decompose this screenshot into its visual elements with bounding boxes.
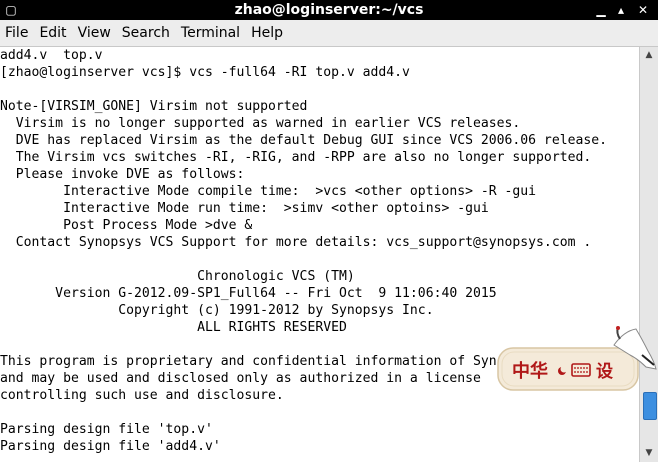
maximize-icon[interactable]: ▴ xyxy=(614,3,628,17)
terminal-line: [zhao@loginserver vcs]$ vcs -full64 -RI … xyxy=(0,65,410,80)
terminal-line: Interactive Mode compile time: >vcs <oth… xyxy=(0,184,537,199)
terminal-line: add4.v top.v xyxy=(0,48,103,63)
terminal-line: ALL RIGHTS RESERVED xyxy=(0,320,347,335)
terminal-line: Please invoke DVE as follows: xyxy=(0,167,245,182)
terminal-output[interactable]: add4.v top.v [zhao@loginserver vcs]$ vcs … xyxy=(0,47,639,462)
menu-help[interactable]: Help xyxy=(246,20,289,46)
scroll-down-icon[interactable]: ▼ xyxy=(642,447,656,459)
terminal-line: Parsing design file 'add4.v' xyxy=(0,439,221,454)
menu-view[interactable]: View xyxy=(73,20,117,46)
menu-bar: File Edit View Search Terminal Help xyxy=(0,20,658,47)
terminal-line: Interactive Mode run time: >simv <other … xyxy=(0,201,489,216)
menu-terminal[interactable]: Terminal xyxy=(176,20,246,46)
terminal-line: Chronologic VCS (TM) xyxy=(0,269,355,284)
terminal-line: Parsing design file 'top.v' xyxy=(0,422,213,437)
menu-file[interactable]: File xyxy=(0,20,34,46)
settings-icon[interactable]: 设 xyxy=(596,362,613,382)
ime-label: 中华 xyxy=(512,360,548,382)
terminal-line: Virsim is no longer supported as warned … xyxy=(0,116,521,131)
ime-toolbar[interactable]: 中华 设 xyxy=(496,325,658,395)
terminal-line: Note-[VIRSIM_GONE] Virsim not supported xyxy=(0,99,308,114)
window-title: zhao@loginserver:~/vcs xyxy=(234,2,424,18)
scroll-up-icon[interactable]: ▲ xyxy=(642,49,656,61)
vertical-scrollbar[interactable]: ▲ ▼ xyxy=(639,47,658,462)
terminal-line: DVE has replaced Virsim as the default D… xyxy=(0,133,607,148)
close-icon[interactable]: ✕ xyxy=(636,3,650,17)
terminal-line: controlling such use and disclosure. xyxy=(0,388,284,403)
menu-search[interactable]: Search xyxy=(117,20,176,46)
minimize-icon[interactable]: ▁ xyxy=(594,3,608,17)
menu-edit[interactable]: Edit xyxy=(34,20,72,46)
title-bar: ▢ zhao@loginserver:~/vcs ▁ ▴ ✕ xyxy=(0,0,658,20)
terminal-line: The Virsim vcs switches -RI, -RIG, and -… xyxy=(0,150,592,165)
terminal-line: Version G-2012.09-SP1_Full64 -- Fri Oct … xyxy=(0,286,497,301)
terminal-line: Copyright (c) 1991-2012 by Synopsys Inc. xyxy=(0,303,434,318)
terminal-line: This program is proprietary and confiden… xyxy=(0,354,497,369)
scrollbar-thumb[interactable] xyxy=(643,392,657,420)
terminal-line: and may be used and disclosed only as au… xyxy=(0,371,481,386)
terminal-line: Contact Synopsys VCS Support for more de… xyxy=(0,235,592,250)
terminal-line: Post Process Mode >dve & xyxy=(0,218,253,233)
